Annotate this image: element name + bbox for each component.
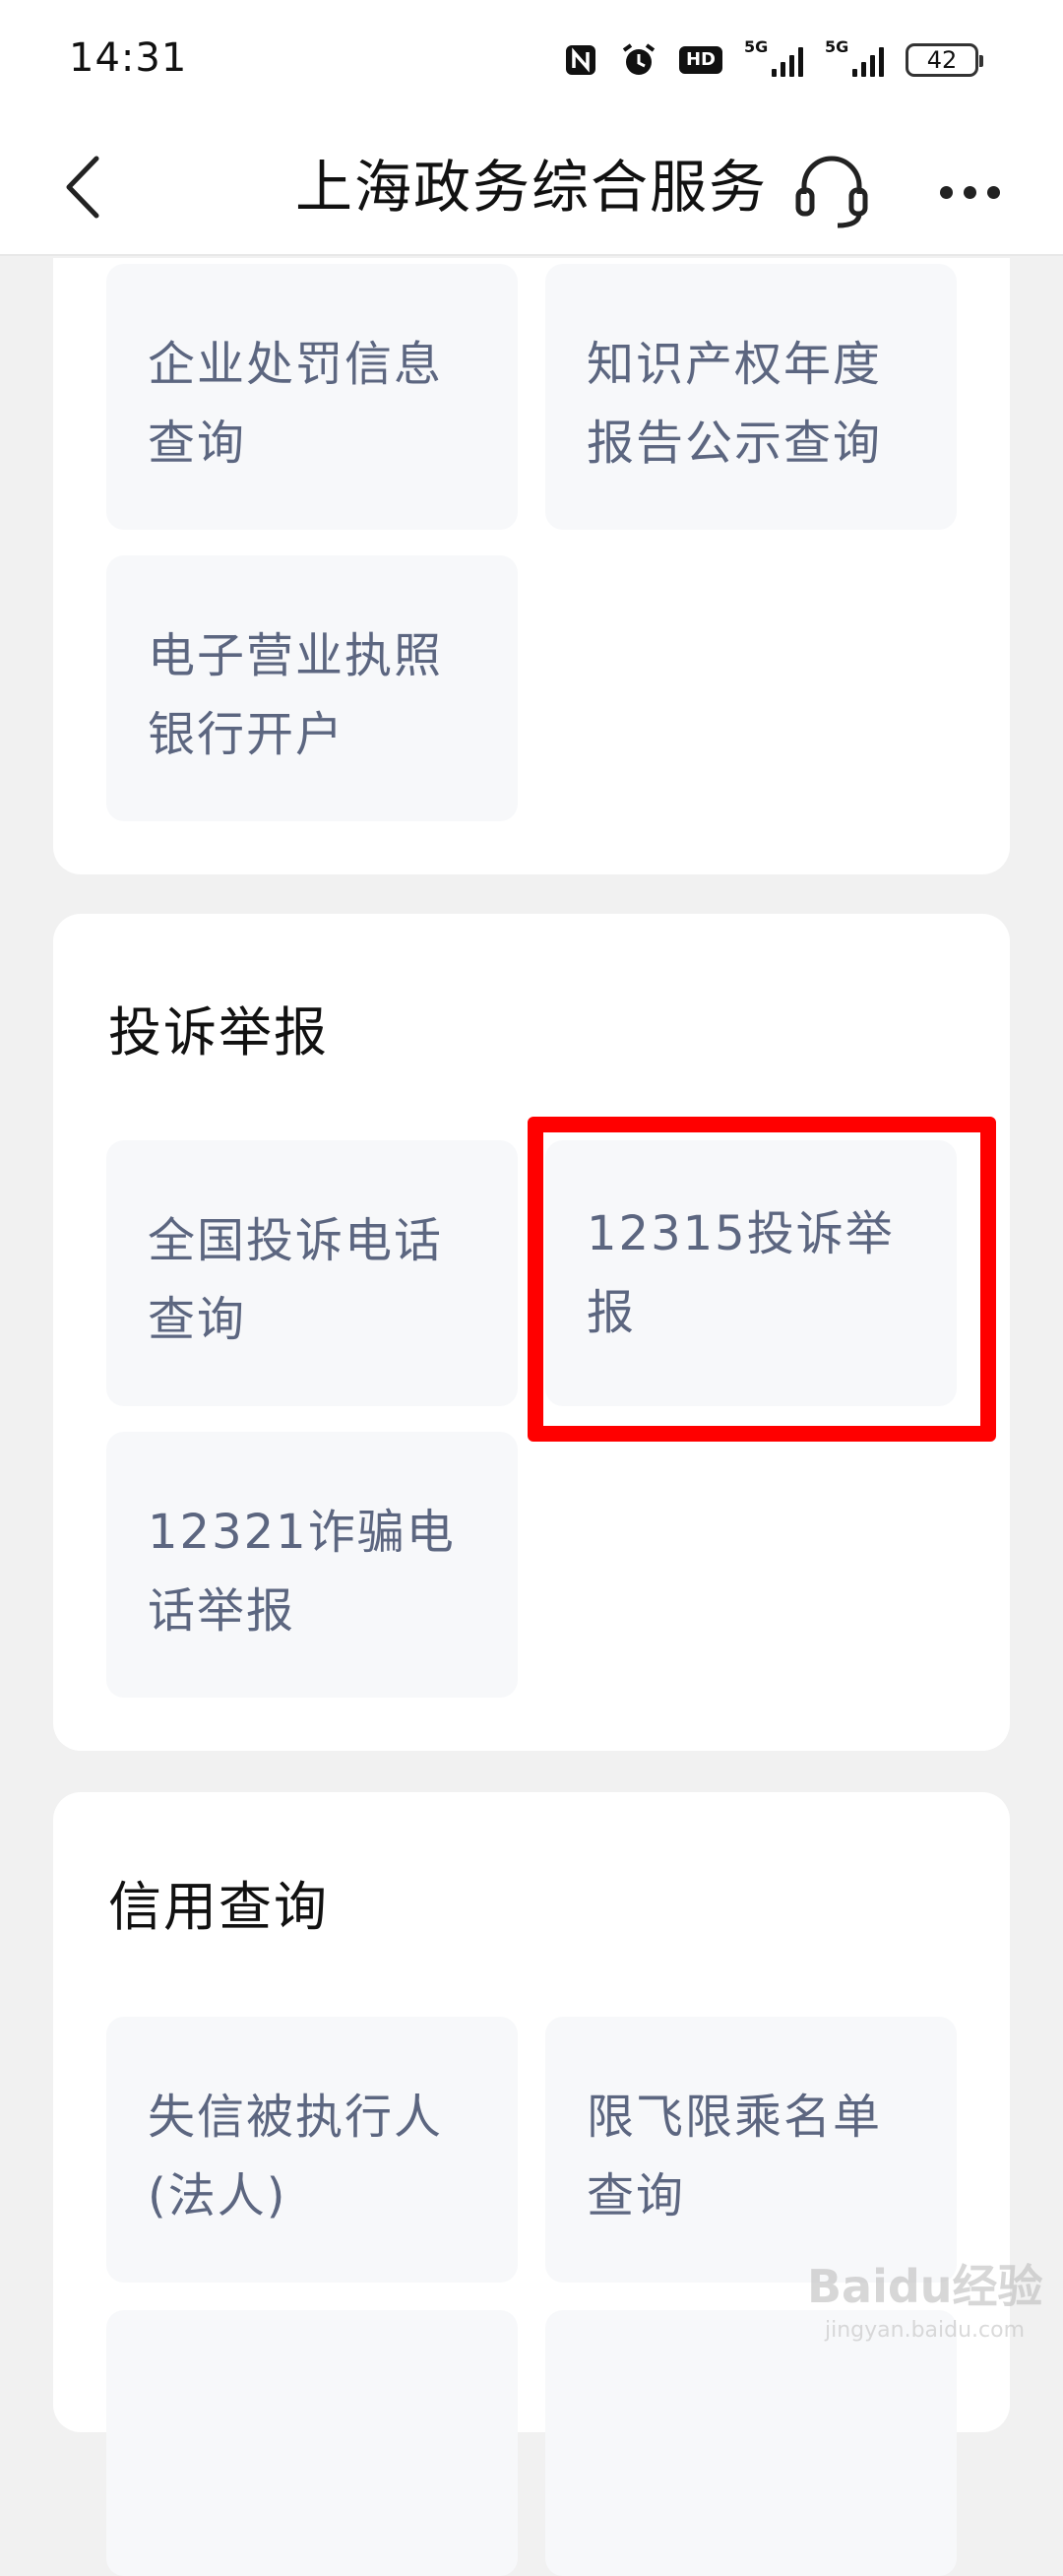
tile-flight-rail-restriction-query[interactable]: 限飞限乘名单查询 <box>545 2017 957 2283</box>
tile-enterprise-penalty-query[interactable]: 企业处罚信息查询 <box>106 264 518 530</box>
status-icons: HD 5G 5G 42 <box>563 37 983 83</box>
tile-12315-complaint[interactable]: 12315投诉举报 <box>545 1140 957 1406</box>
section-title: 信用查询 <box>108 1876 329 1938</box>
tile-label: 全国投诉电话查询 <box>148 1213 444 1347</box>
headset-icon <box>795 156 868 228</box>
tile-label: 限飞限乘名单查询 <box>587 2090 883 2223</box>
more-options-button[interactable] <box>925 158 1014 226</box>
tile-ip-annual-report-query[interactable]: 知识产权年度报告公示查询 <box>545 264 957 530</box>
tile-12321-fraud-report[interactable]: 12321诈骗电话举报 <box>106 1432 518 1698</box>
card-complaint-report: 投诉举报 全国投诉电话查询 12315投诉举报 12321诈骗电话举报 <box>53 914 1010 1751</box>
tile-label: 知识产权年度报告公示查询 <box>587 337 883 471</box>
status-bar: 14:31 HD 5G 5G 42 <box>0 0 1063 118</box>
tile-dishonest-executed-legal-person[interactable]: 失信被执行人(法人) <box>106 2017 518 2283</box>
card-credit-query: 信用查询 失信被执行人(法人) 限飞限乘名单查询 <box>53 1792 1010 2576</box>
customer-service-button[interactable] <box>787 146 876 234</box>
page-title: 上海政务综合服务 <box>294 154 768 221</box>
dot-icon <box>939 185 953 199</box>
tile-label: 失信被执行人(法人) <box>148 2090 444 2223</box>
tile-label: 企业处罚信息查询 <box>148 337 444 471</box>
tile-partial[interactable] <box>545 2310 957 2576</box>
status-time: 14:31 <box>69 35 188 81</box>
tile-national-complaint-phone-query[interactable]: 全国投诉电话查询 <box>106 1140 518 1406</box>
signal-icon: 5G <box>744 37 803 77</box>
tile-label: 12321诈骗电话举报 <box>148 1505 456 1639</box>
tile-label: 12315投诉举报 <box>587 1206 895 1340</box>
hd-icon: HD <box>678 46 722 74</box>
tile-label: 电子营业执照银行开户 <box>148 628 444 762</box>
dot-icon <box>986 185 1000 199</box>
signal-icon-2: 5G <box>825 37 884 77</box>
section-title: 投诉举报 <box>108 1001 329 1063</box>
nfc-icon <box>563 42 598 78</box>
tile-partial[interactable] <box>106 2310 518 2576</box>
dot-icon <box>963 185 976 199</box>
nav-bar: 上海政务综合服务 <box>0 118 1063 256</box>
card-enterprise-services: 企业处罚信息查询 知识产权年度报告公示查询 电子营业执照银行开户 <box>53 258 1010 874</box>
battery-icon: 42 <box>906 43 983 77</box>
alarm-icon <box>620 41 657 79</box>
tile-e-license-bank-account[interactable]: 电子营业执照银行开户 <box>106 555 518 821</box>
